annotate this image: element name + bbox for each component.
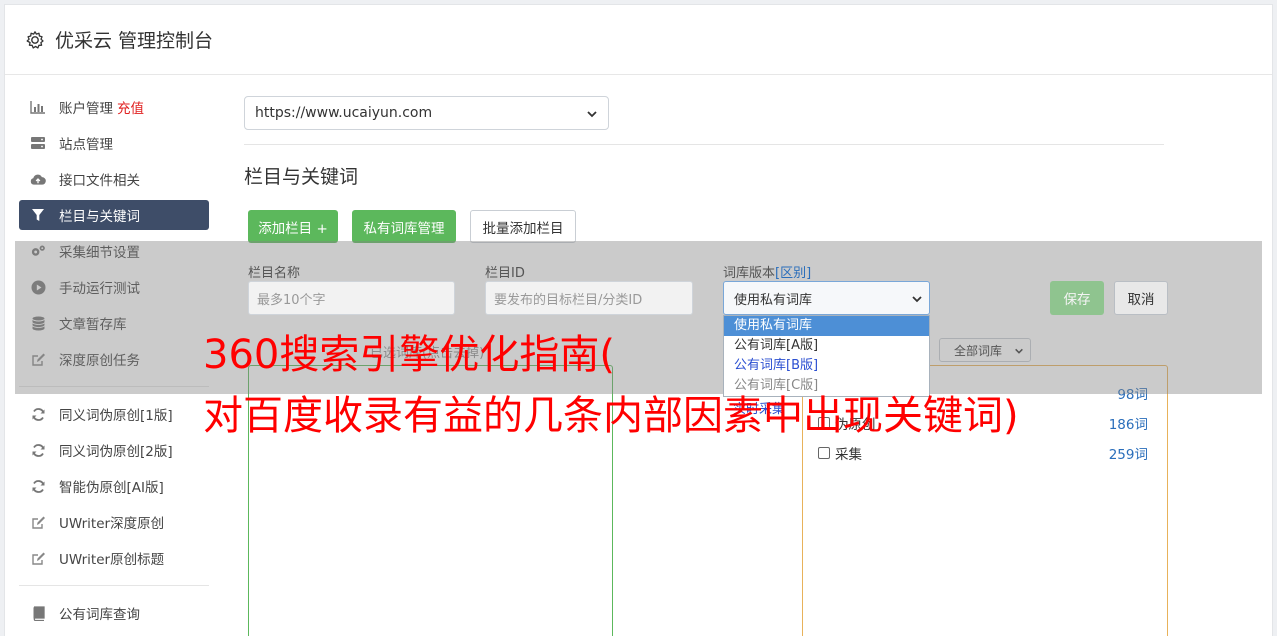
book-icon (30, 605, 46, 621)
column-id-label: 栏目ID (485, 266, 525, 281)
lib-version-text: 词库版本 (723, 266, 776, 281)
app-title: 优采云 管理控制台 (55, 30, 214, 52)
column-id-input[interactable]: 要发布的目标栏目/分类ID (485, 281, 693, 315)
sidebar-item-label: 同义词伪原创[2版] (59, 444, 173, 460)
dropdown-option[interactable]: 公有词库[B版] (724, 356, 929, 376)
difference-link[interactable]: [区别] (775, 266, 811, 281)
dropdown-option[interactable]: 公有词库[A版] (724, 336, 929, 356)
sidebar-item-synonym-v1[interactable]: 同义词伪原创[1版] (19, 399, 209, 429)
chevron-down-icon (912, 296, 922, 303)
save-button[interactable]: 保存 (1050, 281, 1104, 315)
sidebar-item-label: 公有词库查询 (59, 607, 140, 623)
sidebar-item-label: 栏目与关键词 (59, 209, 140, 225)
lib-version-label: 词库版本[区别] (723, 262, 811, 281)
private-lib-button[interactable]: 私有词库管理 (352, 210, 456, 243)
site-select[interactable]: https://www.ucaiyun.com (244, 96, 609, 130)
lib-row[interactable]: 采集 259词 (818, 443, 1148, 463)
lib-version-select[interactable]: 使用私有词库 (723, 281, 930, 315)
sidebar-item-label: 智能伪原创[AI版] (59, 480, 164, 496)
server-icon (30, 135, 46, 151)
refresh-icon (30, 478, 46, 494)
recharge-link[interactable]: 充值 (117, 97, 144, 117)
sidebar-item-synonym-v2[interactable]: 同义词伪原创[2版] (19, 435, 209, 465)
cloud-upload-icon (30, 171, 46, 187)
column-name-input[interactable]: 最多10个字 (248, 281, 455, 315)
page-title: 栏目与关键词 (244, 166, 359, 188)
lib-count: 186词 (1108, 417, 1148, 433)
edit-icon (30, 514, 46, 530)
gear-icon (26, 30, 44, 49)
dropdown-option[interactable]: 使用私有词库 (724, 316, 929, 336)
sidebar-item-label: 接口文件相关 (59, 173, 140, 189)
sidebar-item-label: 站点管理 (59, 137, 113, 153)
divider (244, 144, 1164, 145)
sidebar-item-label: 账户管理 (59, 101, 113, 117)
site-select-value: https://www.ucaiyun.com (255, 105, 433, 121)
sidebar-item-sites[interactable]: 站点管理 (19, 128, 209, 158)
column-name-label: 栏目名称 (248, 266, 301, 281)
refresh-icon (30, 406, 46, 422)
overlay-title-line2: 对百度收录有益的几条内部因素中出现关键词) (203, 393, 1019, 439)
sidebar-item-uwriter-title[interactable]: UWriter原创标题 (19, 543, 209, 573)
sidebar-item-interface[interactable]: 接口文件相关 (19, 164, 209, 194)
sidebar-item-public-lib[interactable]: 公有词库查询 (19, 598, 209, 628)
bar-chart-icon (30, 99, 46, 115)
sidebar-item-label: 同义词伪原创[1版] (59, 408, 173, 424)
sidebar-item-uwriter-deep[interactable]: UWriter深度原创 (19, 507, 209, 537)
lib-count: 259词 (1108, 447, 1148, 463)
lib-name: 采集 (835, 447, 862, 463)
sidebar-item-ai-rewrite[interactable]: 智能伪原创[AI版] (19, 471, 209, 501)
top-header: 优采云 管理控制台 (5, 5, 1272, 75)
cancel-button[interactable]: 取消 (1114, 281, 1168, 315)
sidebar-item-label: UWriter深度原创 (59, 516, 165, 532)
sidebar-item-columns[interactable]: 栏目与关键词 (19, 200, 209, 230)
lib-version-value: 使用私有词库 (734, 292, 813, 308)
edit-icon (30, 550, 46, 566)
chevron-down-icon (587, 111, 597, 118)
sidebar-item-label: UWriter原创标题 (59, 552, 165, 568)
add-column-button[interactable]: 添加栏目 + (248, 210, 338, 243)
sidebar-item-account[interactable]: 账户管理 充值 (19, 92, 209, 122)
lib-checkbox[interactable] (818, 447, 830, 459)
overlay-title-line1: 360搜索引擎优化指南( (203, 332, 615, 378)
filter-icon (30, 207, 46, 223)
batch-add-button[interactable]: 批量添加栏目 (470, 210, 576, 243)
sidebar-divider (19, 585, 209, 586)
refresh-icon (30, 442, 46, 458)
